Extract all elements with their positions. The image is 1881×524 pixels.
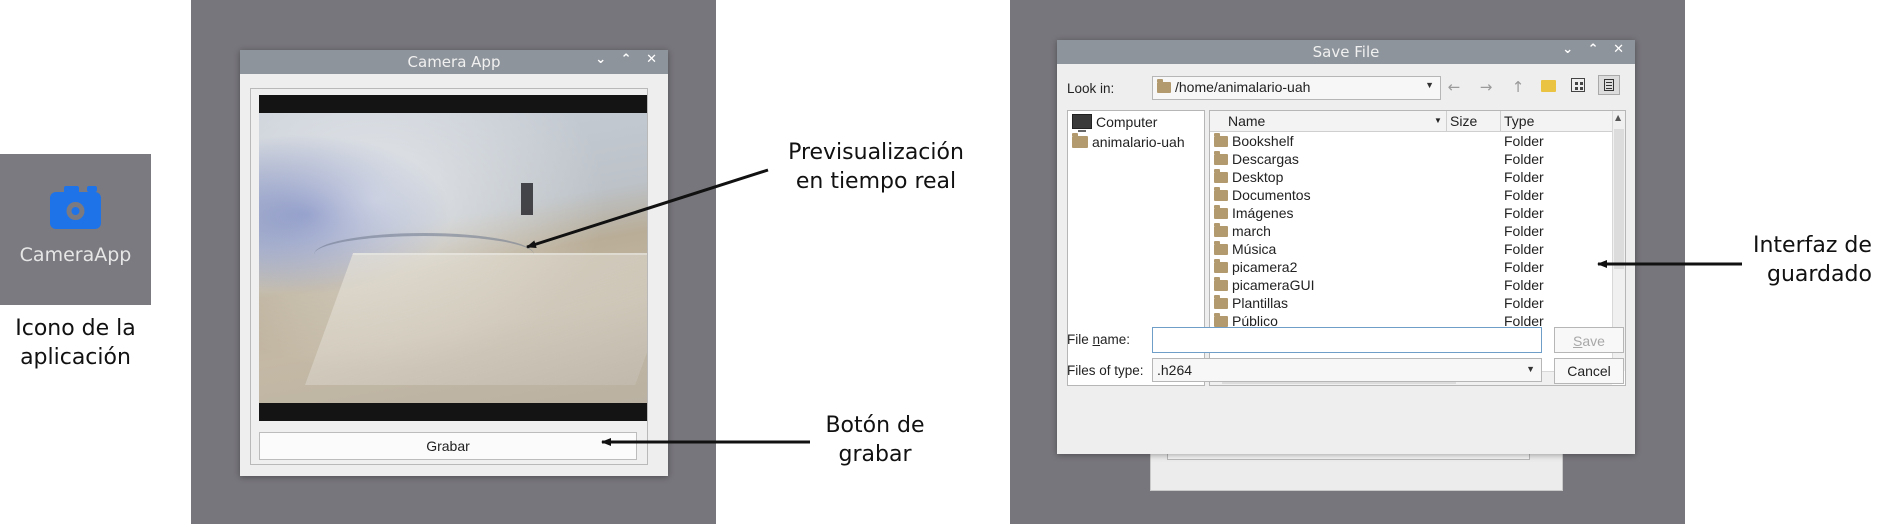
arrow-preview [526,168,769,249]
annotation-arrows [526,168,1742,446]
